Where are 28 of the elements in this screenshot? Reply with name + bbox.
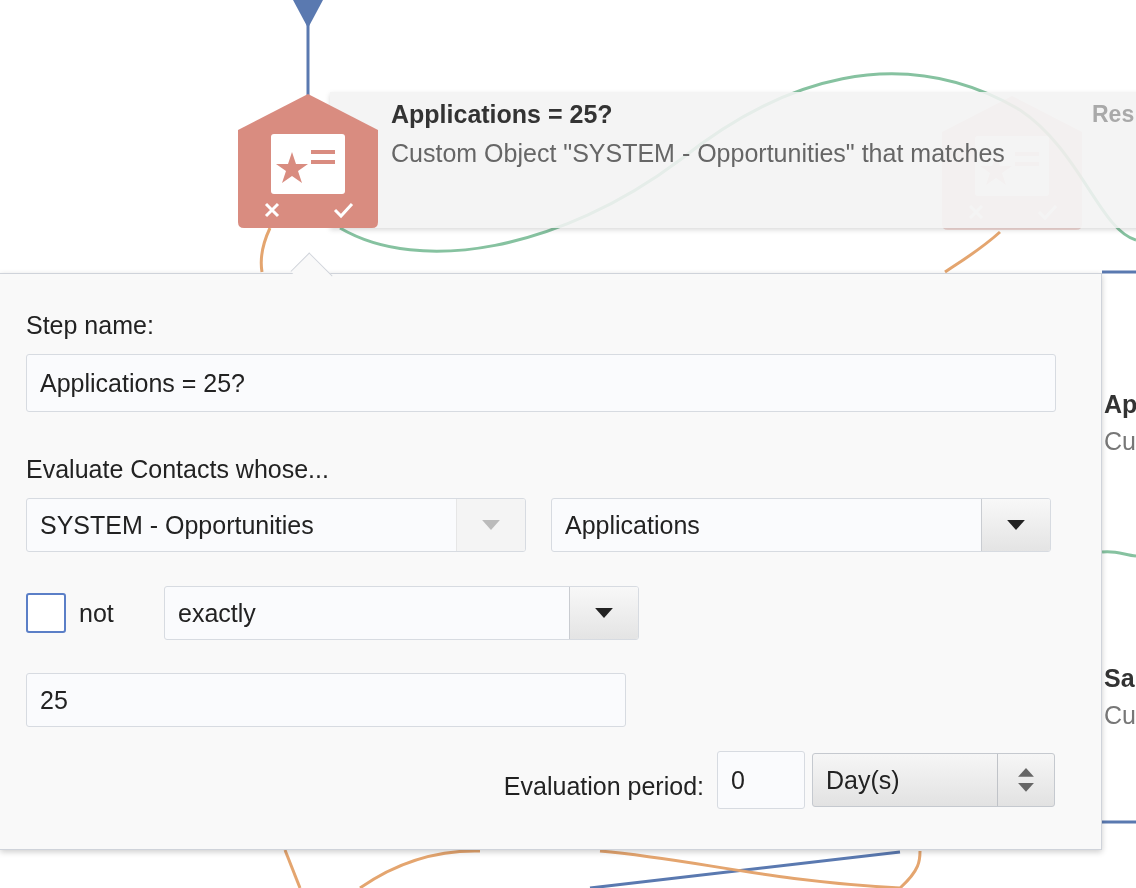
connector-line <box>283 849 302 888</box>
value-input[interactable]: 25 <box>26 673 626 727</box>
node-description: Cu <box>1104 427 1136 456</box>
checkbox-label: not <box>79 598 115 628</box>
field-label: Evaluation period: <box>503 771 704 801</box>
up-arrow-icon <box>1018 768 1034 777</box>
caret-icon <box>1007 520 1025 530</box>
dropdown[interactable]: Applications <box>551 498 1051 552</box>
node-title: Res <box>1092 101 1135 128</box>
connector-line <box>259 227 272 273</box>
checkbox[interactable] <box>26 593 66 633</box>
field-label: Step name: <box>26 310 155 340</box>
node-title: Ap <box>1104 390 1136 419</box>
node-title: Applications = 25? <box>391 100 613 129</box>
connector-line <box>1102 820 1136 824</box>
dropdown[interactable]: exactly <box>164 586 639 640</box>
connector-line <box>1101 550 1136 558</box>
node-description: Cu <box>1104 701 1136 730</box>
down-arrow-icon <box>1018 783 1034 792</box>
period-input[interactable]: 0 <box>717 751 805 809</box>
caret-icon <box>595 608 613 618</box>
node-title: Sa <box>1104 664 1136 693</box>
node-description: Custom Object "SYSTEM - Opportunities" that matches <box>391 139 1006 168</box>
caret-icon <box>482 520 500 530</box>
step-name-input[interactable]: Applications = 25? <box>26 354 1056 412</box>
unit-spinner[interactable]: Day(s) <box>812 753 1055 807</box>
field-label: Evaluate Contacts whose... <box>26 454 330 484</box>
connector-line <box>1102 270 1136 274</box>
